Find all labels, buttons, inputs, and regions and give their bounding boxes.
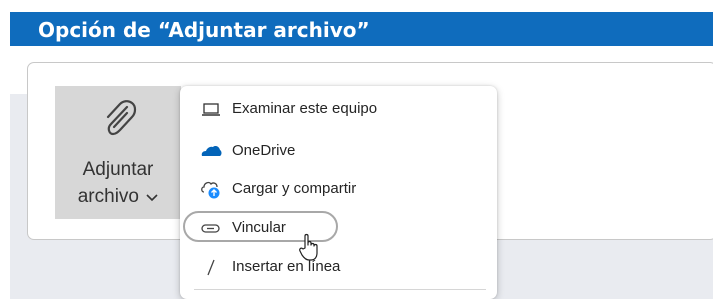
- menu-divider: [194, 289, 486, 290]
- slash-icon: [207, 259, 215, 276]
- hand-pointer-icon: [299, 233, 318, 261]
- attach-menu: Examinar este equipo OneDrive Cargar y c…: [180, 86, 497, 299]
- menu-item-label: Cargar y compartir: [232, 180, 357, 197]
- attach-label-line2: archivo: [55, 185, 181, 209]
- laptop-icon: [202, 103, 220, 116]
- title-bar: Opción de “Adjuntar archivo”: [10, 12, 713, 46]
- menu-item-label: Examinar este equipo: [232, 100, 378, 117]
- menu-item-label: OneDrive: [232, 142, 296, 159]
- onedrive-cloud-icon: [201, 146, 222, 156]
- page-title: Opción de “Adjuntar archivo”: [38, 18, 370, 42]
- attach-label-text: archivo: [77, 186, 139, 207]
- attach-label-line1: Adjuntar: [82, 159, 154, 180]
- menu-item-label: Insertar en línea: [232, 258, 341, 275]
- cloud-upload-icon: [201, 181, 220, 199]
- menu-item-upload-share[interactable]: Cargar y compartir: [180, 171, 497, 207]
- paperclip-icon: [106, 100, 137, 136]
- menu-item-onedrive[interactable]: OneDrive: [180, 133, 497, 169]
- attach-file-button[interactable]: Adjuntar archivo: [55, 86, 181, 219]
- menu-item-browse-computer[interactable]: Examinar este equipo: [180, 91, 497, 127]
- chevron-down-icon[interactable]: [146, 192, 158, 202]
- menu-item-insert-inline[interactable]: Insertar en línea: [180, 249, 497, 285]
